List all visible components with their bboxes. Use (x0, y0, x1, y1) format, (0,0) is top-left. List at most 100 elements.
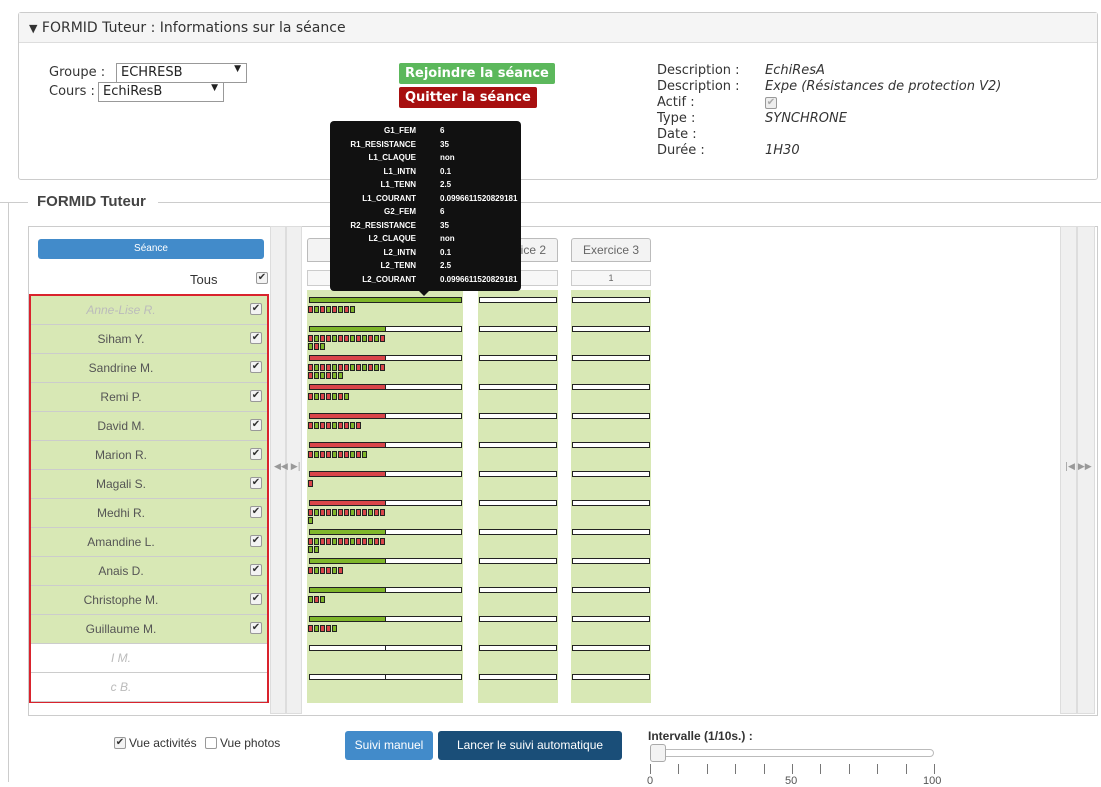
student-row[interactable]: c B. (31, 673, 267, 702)
student-checkbox[interactable]: ✔ (250, 593, 262, 605)
student-row[interactable]: Magali S. ✔ (31, 470, 267, 499)
tooltip-value: 0.1 (440, 166, 452, 176)
dropdown-arrow-icon: ▼ (234, 64, 241, 74)
cours-select[interactable]: EchiResB ▼ (98, 82, 224, 102)
tooltip-row: L2_TENN 2.5 (330, 261, 521, 272)
slider-tick (877, 764, 879, 774)
vue-activites-checkbox[interactable]: ✔ (114, 737, 126, 749)
student-checkbox[interactable]: ✔ (250, 361, 262, 373)
student-checkbox[interactable]: ✔ (250, 332, 262, 344)
student-checkbox[interactable]: ✔ (250, 448, 262, 460)
vue-activites-label: Vue activités (129, 736, 197, 750)
scroll-left-arrows-icon[interactable]: ◀◀ ▶| (274, 462, 301, 472)
tooltip-row: L1_CLAQUE non (330, 153, 521, 164)
student-row[interactable]: Remi P. ✔ (31, 383, 267, 412)
quit-session-button[interactable]: Quitter la séance (399, 87, 537, 108)
groupe-label: Groupe : (49, 65, 106, 80)
lancer-suivi-button[interactable]: Lancer le suivi automatique (438, 731, 622, 760)
student-row[interactable]: Siham Y. ✔ (31, 325, 267, 354)
student-name: Anais D. (98, 564, 144, 578)
student-checkbox[interactable]: ✔ (250, 535, 262, 547)
tooltip-row: L2_COURANT 0.0996611520829181 (330, 275, 521, 286)
student-row[interactable]: Medhi R. ✔ (31, 499, 267, 528)
student-name: c B. (110, 680, 132, 694)
student-row[interactable]: Christophe M. ✔ (31, 586, 267, 615)
slider-tick (678, 764, 680, 774)
student-checkbox[interactable]: ✔ (250, 506, 262, 518)
vue-photos-checkbox[interactable] (205, 737, 217, 749)
student-row[interactable]: Amandine L. ✔ (31, 528, 267, 557)
student-checkbox[interactable]: ✔ (250, 419, 262, 431)
tooltip-value: non (440, 234, 455, 243)
student-name: David M. (97, 419, 145, 433)
collapse-chevron-icon[interactable]: ▼ (29, 22, 37, 35)
student-name: Siham Y. (97, 332, 145, 346)
fieldset-border (0, 202, 28, 203)
student-name: Sandrine M. (88, 361, 154, 375)
tooltip-value: 0.0996611520829181 (440, 193, 518, 203)
student-name: Magali S. (95, 477, 147, 491)
detail-label: Description : (657, 63, 740, 78)
slider-tick-label: 0 (647, 775, 654, 787)
suivi-manuel-button[interactable]: Suivi manuel (345, 731, 433, 760)
cours-label: Cours : (49, 84, 95, 99)
session-details: Description : EchiResA Description : Expe (… (657, 63, 1087, 173)
tooltip-key: G2_FEM (383, 207, 416, 216)
tooltip-row: G1_FEM 6 (330, 126, 521, 137)
student-checkbox[interactable]: ✔ (250, 477, 262, 489)
detail-value: SYNCHRONE (765, 111, 847, 126)
fieldset-legend: FORMID Tuteur (37, 193, 146, 210)
student-name: Guillaume M. (85, 622, 157, 636)
detail-value: 1H30 (765, 143, 800, 158)
student-checkbox[interactable]: ✔ (250, 622, 262, 634)
tooltip-key: L1_CLAQUE (368, 153, 416, 162)
slider-tick (934, 764, 935, 774)
student-name: Medhi R. (96, 506, 146, 520)
student-row[interactable]: I M. (31, 644, 267, 673)
groupe-select[interactable]: ECHRESB ▼ (116, 63, 247, 83)
tooltip-key: L2_TENN (380, 261, 416, 270)
student-row[interactable]: David M. ✔ (31, 412, 267, 441)
student-row[interactable]: Guillaume M. ✔ (31, 615, 267, 644)
actif-checkbox: ✔ (765, 97, 777, 109)
detail-value: Expe (Résistances de protection V2) (765, 79, 1002, 94)
student-name: Marion R. (94, 448, 147, 462)
student-list: Anne-Lise R. ✔ Siham Y. ✔ Sandrine M. ✔ Remi P… (29, 294, 269, 703)
tooltip-row: L1_TENN 2.5 (330, 180, 521, 191)
intervalle-label: Intervalle (1/10s.) : (648, 729, 753, 743)
detail-label: Type : (657, 111, 696, 126)
tooltip-row: L1_INTN 0.1 (330, 167, 521, 178)
slider-tick (706, 764, 708, 774)
panel-header[interactable]: ▼ FORMID Tuteur : Informations sur la sé… (19, 13, 1097, 43)
tooltip-key: L1_COURANT (362, 193, 416, 203)
student-row[interactable]: Marion R. ✔ (31, 441, 267, 470)
tooltip-key: G1_FEM (383, 126, 416, 135)
student-row[interactable]: Sandrine M. ✔ (31, 354, 267, 383)
seance-button[interactable]: Séance (38, 239, 264, 259)
tooltip-value: non (440, 153, 455, 162)
tooltip-row: L1_COURANT 0.0996611520829181 (330, 194, 521, 205)
result-tooltip: G1_FEM 6 R1_RESISTANCE 35 L1_CLAQUE non L1_INT… (330, 121, 521, 291)
student-checkbox[interactable]: ✔ (250, 390, 262, 402)
tooltip-row: G2_FEM 6 (330, 207, 521, 218)
intervalle-slider-handle[interactable] (650, 744, 666, 762)
student-row[interactable]: Anne-Lise R. ✔ (31, 296, 267, 325)
tooltip-value: 2.5 (440, 261, 452, 270)
scroll-right-arrows-icon[interactable]: |◀ ▶▶ (1065, 462, 1092, 472)
groupe-select-value: ECHRESB (121, 65, 183, 80)
tooltip-value: 2.5 (440, 180, 452, 189)
join-session-button[interactable]: Rejoindre la séance (399, 63, 555, 84)
tooltip-key: L1_TENN (380, 180, 416, 189)
tous-checkbox[interactable]: ✔ (256, 272, 268, 284)
intervalle-slider-track[interactable] (650, 749, 934, 757)
detail-label: Date : (657, 127, 697, 142)
student-checkbox[interactable]: ✔ (250, 564, 262, 576)
tooltip-key: L1_INTN (383, 166, 416, 176)
student-row[interactable]: Anais D. ✔ (31, 557, 267, 586)
detail-label: Description : (657, 79, 740, 94)
tooltip-value: 0.1 (440, 247, 452, 257)
student-name: Amandine L. (87, 535, 155, 549)
detail-label: Durée : (657, 143, 705, 158)
student-checkbox[interactable]: ✔ (250, 303, 262, 315)
tooltip-key: L2_COURANT (362, 274, 416, 284)
